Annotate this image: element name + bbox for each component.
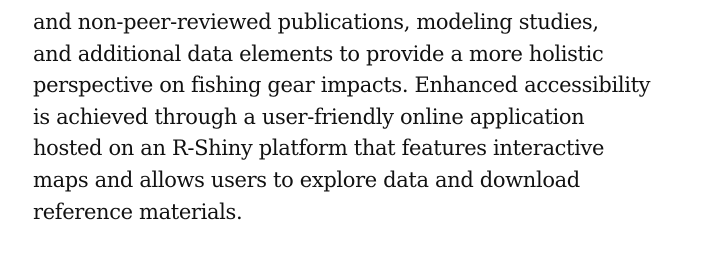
paragraph-line: perspective on fishing gear impacts. Enh… [33, 73, 651, 98]
document-page: and non-peer-reviewed publications, mode… [0, 0, 712, 263]
body-paragraph: and non-peer-reviewed publications, mode… [33, 7, 712, 228]
paragraph-line: reference materials. [33, 199, 243, 224]
paragraph-line: is achieved through a user-friendly onli… [33, 104, 585, 129]
paragraph-line: maps and allows users to explore data an… [33, 167, 580, 192]
paragraph-line: hosted on an R-Shiny platform that featu… [33, 136, 605, 161]
paragraph-line: and non-peer-reviewed publications, mode… [33, 10, 599, 34]
paragraph-line: and additional data elements to provide … [33, 41, 604, 66]
